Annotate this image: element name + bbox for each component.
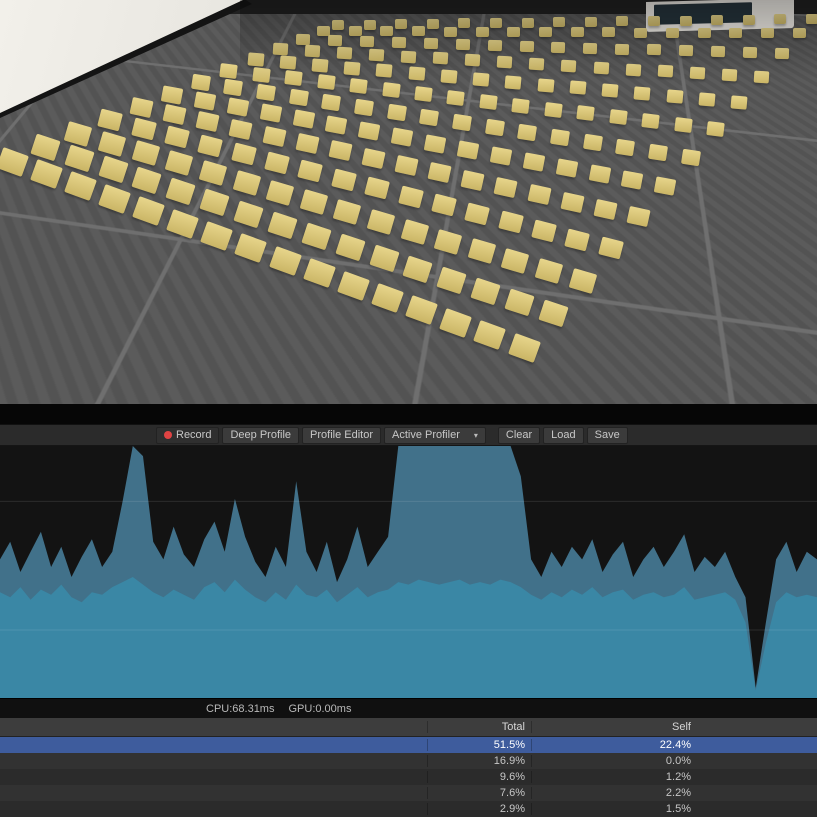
kiosk: [646, 0, 794, 32]
row-self-value: 0.0%: [531, 755, 697, 767]
row-total-value: 9.6%: [427, 771, 531, 783]
row-total-value: 2.9%: [427, 803, 531, 815]
deep-profile-button[interactable]: Deep Profile: [222, 427, 299, 444]
save-button[interactable]: Save: [587, 427, 628, 444]
profile-editor-button[interactable]: Profile Editor: [302, 427, 381, 444]
clear-button[interactable]: Clear: [498, 427, 540, 444]
record-icon: [164, 431, 172, 439]
load-button[interactable]: Load: [543, 427, 583, 444]
save-label: Save: [595, 429, 620, 441]
table-row[interactable]: 7.6% 2.2%: [0, 785, 817, 801]
table-row[interactable]: 2.9% 1.5%: [0, 801, 817, 817]
frame-stats-bar: CPU:68.31ms GPU:0.00ms: [0, 698, 817, 718]
column-header-self[interactable]: Self: [531, 721, 697, 733]
load-label: Load: [551, 429, 575, 441]
table-row[interactable]: 16.9% 0.0%: [0, 753, 817, 769]
table-header-row: Total Self: [0, 718, 817, 737]
row-total-value: 16.9%: [427, 755, 531, 767]
row-self-value: 1.5%: [531, 803, 697, 815]
active-profiler-label: Active Profiler: [392, 429, 460, 441]
table-row[interactable]: 51.5% 22.4%: [0, 737, 817, 753]
row-total-value: 7.6%: [427, 787, 531, 799]
table-body: 51.5% 22.4% 16.9% 0.0% 9.6% 1.2% 7.6% 2.2% 2.9% 1…: [0, 737, 817, 817]
profiler-hierarchy-table: Total Self 51.5% 22.4% 16.9% 0.0% 9.6% 1.2% 7.…: [0, 718, 817, 817]
row-total-value: 51.5%: [427, 739, 531, 751]
active-profiler-dropdown[interactable]: Active Profiler ▾: [384, 427, 486, 444]
unity-editor-window: Record Deep Profile Profile Editor Active P…: [0, 0, 817, 817]
gpu-time-label: GPU:0.00ms: [288, 703, 351, 715]
kiosk-screen: [654, 2, 752, 25]
profiler-toolbar: Record Deep Profile Profile Editor Active P…: [0, 424, 817, 446]
clear-label: Clear: [506, 429, 532, 441]
column-header-total[interactable]: Total: [427, 721, 531, 733]
record-label: Record: [176, 429, 211, 441]
panel-divider: [0, 404, 817, 424]
row-self-value: 22.4%: [531, 739, 697, 751]
profile-editor-label: Profile Editor: [310, 429, 373, 441]
chevron-down-icon: ▾: [474, 431, 478, 440]
game-view[interactable]: [0, 0, 817, 404]
cpu-time-label: CPU:68.31ms: [206, 703, 274, 715]
record-button[interactable]: Record: [156, 427, 219, 444]
row-self-value: 2.2%: [531, 787, 697, 799]
row-self-value: 1.2%: [531, 771, 697, 783]
table-row[interactable]: 9.6% 1.2%: [0, 769, 817, 785]
deep-profile-label: Deep Profile: [230, 429, 291, 441]
profiler-toolbar-buttons: Record Deep Profile Profile Editor Active P…: [0, 427, 628, 444]
cpu-usage-chart[interactable]: [0, 446, 817, 698]
profiler-chart-area[interactable]: [0, 446, 817, 698]
